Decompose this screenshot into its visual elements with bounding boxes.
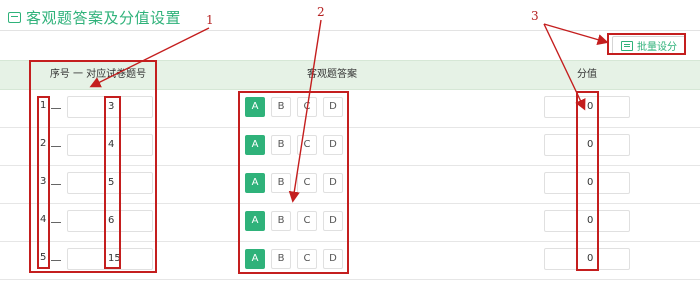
list-icon [8,11,21,23]
answer-option-a[interactable]: A [245,249,265,269]
table-row: 2 4 ABCD 0 [0,127,700,166]
question-number-input[interactable]: 6 [67,210,153,232]
table-row: 5 15 A B C D 0 [0,241,700,280]
row-seq: 4 [40,214,47,225]
question-number-input[interactable]: 5 [67,172,153,194]
answer-option-a[interactable]: A [245,173,265,193]
score-input[interactable]: 0 [544,96,630,118]
annotation-label-3: 3 [531,9,539,23]
answer-option-c[interactable]: C [297,97,317,117]
answer-option-c[interactable]: C [297,135,317,155]
answer-option-c[interactable]: C [297,211,317,231]
list-icon [621,40,633,51]
table-row: 4 6 ABCD 0 [0,203,700,242]
batch-score-button[interactable]: 批量设分 [612,36,686,55]
answer-option-b[interactable]: B [271,249,291,269]
row-seq: 5 [40,252,47,263]
row-dash [51,260,61,261]
table-row: 3 5 ABCD 0 [0,165,700,204]
score-input[interactable]: 0 [544,172,630,194]
answer-option-a[interactable]: A [245,211,265,231]
score-input[interactable]: 0 [544,248,630,270]
row-dash [51,184,61,185]
table-row: 1 3 ABCD 0 [0,89,700,128]
question-number-input[interactable]: 15 [67,248,153,270]
annotation-label-2: 2 [317,5,325,19]
score-input[interactable]: 0 [544,134,630,156]
row-dash [51,146,61,147]
answer-option-d[interactable]: D [323,173,343,193]
answer-option-d[interactable]: D [323,135,343,155]
answer-option-c[interactable]: C [297,249,317,269]
answer-option-b[interactable]: B [271,211,291,231]
answer-option-a[interactable]: A [245,97,265,117]
header-divider [0,30,700,31]
score-input[interactable]: 0 [544,210,630,232]
answer-option-b[interactable]: B [271,135,291,155]
answer-option-b[interactable]: B [271,97,291,117]
section-title: 客观题答案及分值设置 [26,8,182,27]
answer-option-d[interactable]: D [323,249,343,269]
column-header-answer: 客观题答案 [307,69,357,80]
row-dash [51,222,61,223]
annotation-label-1: 1 [206,13,214,27]
table-header: 序号 一 对应试卷题号 客观题答案 分值 [0,60,700,90]
row-seq: 3 [40,176,47,187]
row-dash [51,108,61,109]
answer-option-a[interactable]: A [245,135,265,155]
column-header-score: 分值 [577,69,597,80]
row-seq: 2 [40,138,47,149]
answer-option-b[interactable]: B [271,173,291,193]
question-number-input[interactable]: 3 [67,96,153,118]
row-seq: 1 [40,100,47,111]
answer-option-c[interactable]: C [297,173,317,193]
answer-option-d[interactable]: D [323,211,343,231]
section-header: 客观题答案及分值设置 [8,6,181,28]
question-number-input[interactable]: 4 [67,134,153,156]
batch-score-label: 批量设分 [637,42,677,53]
answer-option-d[interactable]: D [323,97,343,117]
column-header-seq: 序号 一 对应试卷题号 [49,69,147,80]
annotation-arrow-3a [543,23,609,46]
